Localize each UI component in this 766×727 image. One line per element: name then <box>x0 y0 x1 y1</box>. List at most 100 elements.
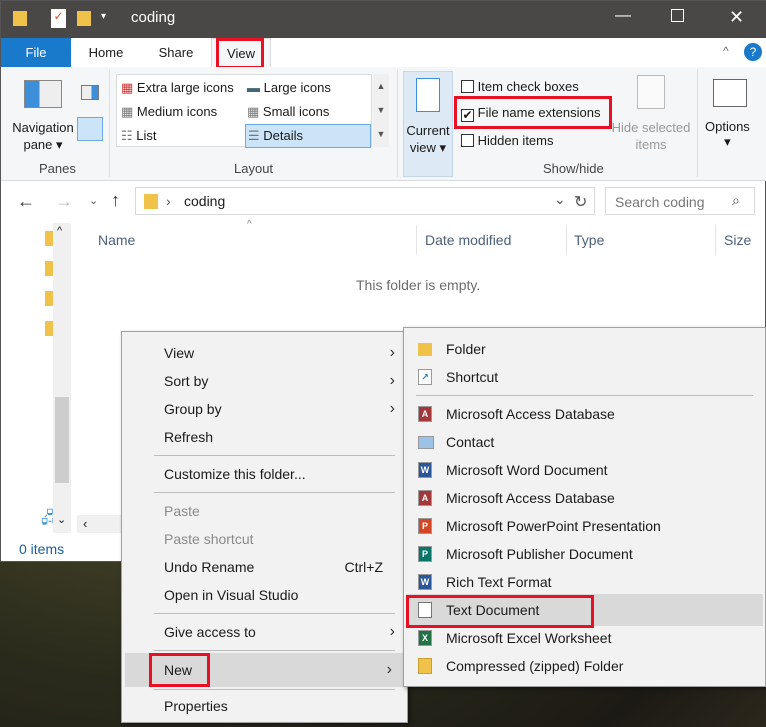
gallery-scroll[interactable]: ▲ ▼ ▼ <box>373 74 389 147</box>
powerpoint-icon: P <box>418 518 432 534</box>
search-icon: ⌕ <box>732 192 740 208</box>
menu-item-paste-shortcut[interactable]: Paste shortcut <box>122 525 407 553</box>
word-icon: W <box>418 462 432 478</box>
column-type[interactable]: Type <box>574 232 604 248</box>
search-placeholder: Search coding <box>615 194 705 210</box>
tab-file[interactable]: File <box>1 38 71 67</box>
new-shortcut[interactable]: ↗ Shortcut <box>404 363 765 391</box>
new-rich-text-format[interactable]: W Rich Text Format <box>404 568 765 596</box>
tab-share[interactable]: Share <box>141 38 211 67</box>
nav-label: Navigation <box>12 120 74 135</box>
highlight-box <box>149 653 210 687</box>
quick-access-dropdown-icon[interactable]: ▾ <box>101 11 106 22</box>
new-submenu: Folder ↗ Shortcut A Microsoft Access Datab… <box>403 327 766 687</box>
access-icon: A <box>418 406 432 422</box>
context-menu: View › Sort by › Group by › Refresh Customi… <box>121 331 408 723</box>
folder-icon <box>13 11 27 26</box>
layout-details[interactable]: ☰ Details <box>245 124 371 148</box>
menu-item-paste[interactable]: Paste <box>122 497 407 525</box>
preview-pane-icon[interactable] <box>81 85 99 100</box>
layout-medium-icons[interactable]: ▦ Medium icons <box>121 104 217 120</box>
layout-extra-large-icons[interactable]: ▦ Extra large icons <box>121 80 234 96</box>
nav-scrollbar[interactable]: ^ ⌄ <box>53 223 71 533</box>
navigation-pane-icon[interactable] <box>24 80 62 108</box>
hide-selected-button[interactable]: Hide selected items <box>611 119 691 153</box>
folder-icon <box>144 194 158 209</box>
column-date-modified[interactable]: Date modified <box>425 232 511 248</box>
address-dropdown-icon[interactable]: ⌄ <box>554 191 566 208</box>
close-button[interactable]: ✕ <box>729 7 744 28</box>
window-title: coding <box>131 9 176 26</box>
menu-item-undo-rename[interactable]: Undo Rename Ctrl+Z <box>122 553 407 581</box>
new-compressed-folder[interactable]: Compressed (zipped) Folder <box>404 652 765 680</box>
status-item-count: 0 items <box>19 541 65 557</box>
highlight-box <box>454 96 612 129</box>
new-access-database-2[interactable]: A Microsoft Access Database <box>404 484 765 512</box>
current-view-button[interactable]: Current view ▾ <box>403 71 453 177</box>
new-access-database[interactable]: A Microsoft Access Database <box>404 400 765 428</box>
menu-item-refresh[interactable]: Refresh <box>122 423 407 451</box>
layout-large-icons[interactable]: ▬ Large icons <box>247 80 331 95</box>
new-excel-worksheet[interactable]: X Microsoft Excel Worksheet <box>404 624 765 652</box>
ribbon: Navigation pane ▾ Panes ▦ Extra large ico… <box>1 67 766 181</box>
options-button[interactable]: Options ▾ <box>705 119 750 150</box>
maximize-button[interactable] <box>671 9 684 22</box>
hidden-items-checkbox[interactable]: Hidden items <box>461 133 554 148</box>
sort-icon <box>416 78 440 112</box>
recent-locations-button[interactable]: ⌄ <box>89 194 98 207</box>
item-check-boxes-checkbox[interactable]: Item check boxes <box>461 79 579 94</box>
navigation-pane-button[interactable]: Navigation pane ▾ <box>11 119 75 153</box>
nav-label: pane <box>23 137 53 152</box>
layout-list[interactable]: ☷ List <box>121 128 157 144</box>
minimize-button[interactable]: — <box>615 7 631 25</box>
sort-indicator-icon: ^ <box>247 219 252 230</box>
help-icon[interactable]: ? <box>744 43 762 61</box>
title-bar: ✓ ▾ coding — ✕ <box>1 1 766 38</box>
horizontal-scrollbar[interactable]: ‹ <box>77 515 127 533</box>
folder-icon <box>418 343 432 356</box>
tab-home[interactable]: Home <box>73 38 139 67</box>
menu-item-sort-by[interactable]: Sort by › <box>122 367 407 395</box>
new-folder[interactable]: Folder <box>404 335 765 363</box>
refresh-icon[interactable]: ↻ <box>574 192 587 212</box>
new-folder-icon[interactable] <box>77 11 91 26</box>
access-icon: A <box>418 490 432 506</box>
breadcrumb-chevron-icon: › <box>166 193 171 209</box>
layout-small-icons[interactable]: ▦ Small icons <box>247 104 329 120</box>
back-button[interactable]: ← <box>17 191 35 212</box>
layout-gallery: ▦ Extra large icons ▬ Large icons ▦ Medi… <box>116 74 372 148</box>
menu-item-group-by[interactable]: Group by › <box>122 395 407 423</box>
ribbon-tabs: File Home Share View ^ ? <box>1 38 766 69</box>
address-bar[interactable]: › coding ⌄ ↻ <box>135 187 595 215</box>
panes-group-label: Panes <box>39 161 76 176</box>
menu-item-properties[interactable]: Properties <box>122 692 407 720</box>
collapse-ribbon-icon[interactable]: ^ <box>723 44 729 58</box>
zip-folder-icon <box>418 658 432 674</box>
new-publisher-document[interactable]: P Microsoft Publisher Document <box>404 540 765 568</box>
layout-group-label: Layout <box>234 161 274 176</box>
rtf-icon: W <box>418 574 432 590</box>
excel-icon: X <box>418 630 432 646</box>
up-button[interactable]: ↑ <box>111 190 120 211</box>
column-name[interactable]: Name <box>98 232 135 248</box>
highlight-box <box>216 38 264 69</box>
new-word-document[interactable]: W Microsoft Word Document <box>404 456 765 484</box>
properties-icon[interactable]: ✓ <box>51 9 66 28</box>
contact-icon <box>418 436 434 449</box>
shortcut-label: Ctrl+Z <box>344 559 384 575</box>
menu-item-customize-folder[interactable]: Customize this folder... <box>122 460 407 488</box>
options-icon <box>713 79 747 107</box>
column-size[interactable]: Size <box>724 232 751 248</box>
hide-selected-icon <box>637 75 665 109</box>
menu-item-open-in-visual-studio[interactable]: Open in Visual Studio <box>122 581 407 609</box>
forward-button[interactable]: → <box>55 191 73 212</box>
new-powerpoint-presentation[interactable]: P Microsoft PowerPoint Presentation <box>404 512 765 540</box>
showhide-group-label: Show/hide <box>543 161 604 176</box>
menu-item-view[interactable]: View › <box>122 339 407 367</box>
details-pane-icon[interactable] <box>77 117 103 141</box>
new-contact[interactable]: Contact <box>404 428 765 456</box>
shortcut-icon: ↗ <box>418 369 432 385</box>
menu-item-give-access-to[interactable]: Give access to › <box>122 618 407 646</box>
search-box[interactable]: Search coding ⌕ <box>605 187 755 215</box>
breadcrumb[interactable]: coding <box>184 193 225 209</box>
